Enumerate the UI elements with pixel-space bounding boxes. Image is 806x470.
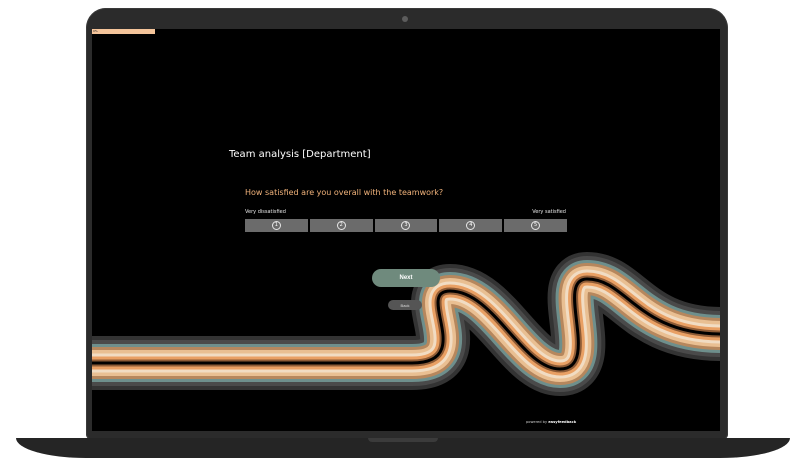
laptop-base [16,438,790,458]
progress-text: 0% [93,29,98,33]
rating-option-1[interactable]: 1 [245,219,308,232]
scale-min-label: Very dissatisfied [245,209,286,215]
progress-bar: 0% [92,29,720,34]
powered-by-prefix: powered by [526,420,548,424]
rating-scale: 1 2 3 4 5 [245,219,567,232]
progress-fill [92,29,155,34]
rating-option-2[interactable]: 2 [309,219,373,232]
laptop-lid: 0% Team analysis [Department] How satisf… [86,8,728,440]
powered-by-footer: powered by easyfeedback [526,420,576,424]
survey-screen: 0% Team analysis [Department] How satisf… [92,29,720,431]
back-button[interactable]: Back [388,300,422,310]
survey-title: Team analysis [Department] [229,149,371,160]
rating-option-3[interactable]: 3 [374,219,438,232]
rating-option-4[interactable]: 4 [439,219,503,232]
rating-circle: 5 [531,221,541,230]
rating-circle: 1 [271,221,281,230]
scale-max-label: Very satisfied [532,209,566,215]
rating-circle: 4 [466,221,476,230]
next-button[interactable]: Next [372,269,440,287]
laptop-mockup: 0% Team analysis [Department] How satisf… [0,0,806,470]
rating-circle: 2 [336,221,346,230]
camera-icon [402,16,408,22]
question-text: How satisfied are you overall with the t… [245,188,444,197]
rating-option-5[interactable]: 5 [504,219,567,232]
rating-circle: 3 [401,221,411,230]
laptop-notch [368,438,438,442]
brand-name[interactable]: easyfeedback [548,420,576,424]
